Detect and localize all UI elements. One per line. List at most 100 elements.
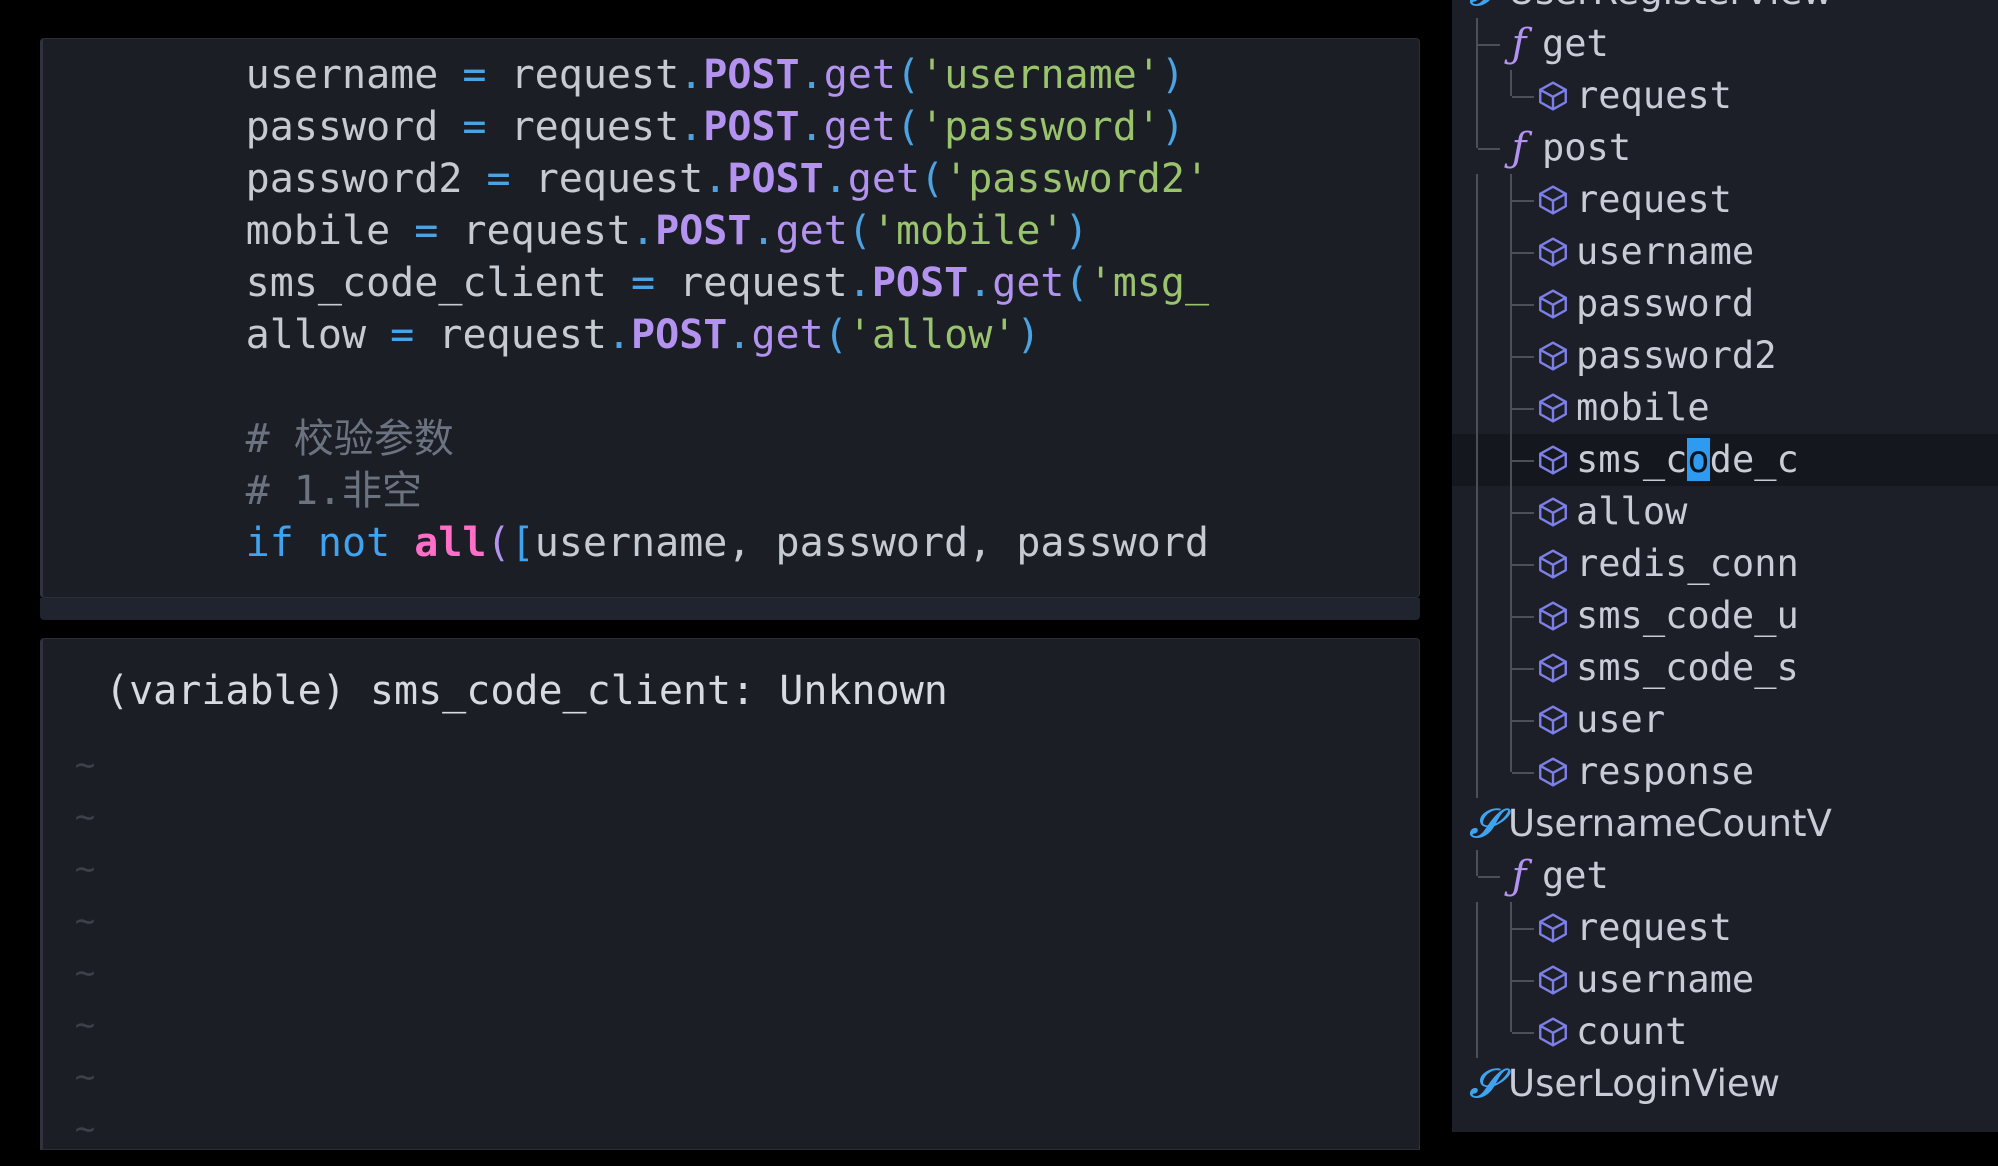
tree-guide-line — [1476, 434, 1478, 486]
tree-indent-guides — [1452, 330, 1534, 382]
tree-indent-guides — [1452, 278, 1534, 330]
outline-row-sms-code-u[interactable]: sms_code_u — [1452, 590, 1998, 642]
editor-column: username = request.POST.get('username') … — [40, 38, 1420, 1150]
outline-row-label: get — [1542, 22, 1609, 65]
object-name: request — [679, 260, 848, 306]
tree-indent-guides — [1452, 1006, 1534, 1058]
method-name: get — [823, 52, 896, 98]
code-line[interactable]: password = request.POST.get('password') — [43, 101, 1419, 153]
class-icon: 𝒮 — [1469, 800, 1501, 847]
keyword-if: if — [245, 520, 294, 566]
outline-row-post[interactable]: ƒ post — [1452, 122, 1998, 174]
code-line-blank[interactable] — [43, 361, 1419, 413]
code-line[interactable]: if not all([username, password, password — [43, 517, 1419, 569]
class-icon: 𝒮 — [1469, 1060, 1501, 1107]
open-bracket: [ — [510, 520, 535, 566]
class-icon: 𝒮 — [1462, 0, 1508, 18]
outline-row-request[interactable]: request — [1452, 902, 1998, 954]
tree-guide-elbow — [1512, 1032, 1534, 1034]
code-line[interactable]: username = request.POST.get('username') — [43, 49, 1419, 101]
string-literal: 'password' — [920, 104, 1161, 150]
code-line[interactable]: sms_code_client = request.POST.get('msg_ — [43, 257, 1419, 309]
assign-operator: = — [390, 312, 415, 358]
code-editor-panel[interactable]: username = request.POST.get('username') … — [40, 38, 1420, 598]
outline-row-label: UsernameCountV — [1508, 802, 1832, 845]
outline-row-request[interactable]: request — [1452, 70, 1998, 122]
outline-tree-panel[interactable]: 𝒮UserRegisterViewƒgetrequestƒpostrequest… — [1452, 0, 1998, 1132]
outline-row-password2[interactable]: password2 — [1452, 330, 1998, 382]
tree-guide-line — [1476, 70, 1478, 122]
var-name: sms_code_client — [245, 260, 607, 306]
outline-row-userloginview[interactable]: 𝒮 UserLoginView — [1452, 1058, 1998, 1110]
property-name: POST — [871, 260, 969, 306]
open-paren: ( — [920, 156, 945, 202]
tree-indent-guides — [1452, 174, 1534, 226]
close-paren: ) — [1064, 208, 1089, 254]
outline-row-get[interactable]: ƒ get — [1452, 850, 1998, 902]
outline-row-username[interactable]: username — [1452, 954, 1998, 1006]
outline-row-get[interactable]: ƒ get — [1452, 18, 1998, 70]
assign-operator: = — [486, 156, 511, 202]
outline-row-label: password — [1576, 282, 1755, 325]
tree-indent-guides — [1452, 902, 1534, 954]
outline-row-label: UserRegisterView — [1508, 0, 1832, 18]
tree-guide-line — [1476, 538, 1478, 590]
tree-indent-guides — [1452, 486, 1534, 538]
open-paren: ( — [847, 208, 872, 254]
object-name: request — [534, 156, 704, 202]
tree-indent-guides — [1452, 122, 1500, 174]
var-name: password — [245, 104, 439, 150]
outline-row-password[interactable]: password — [1452, 278, 1998, 330]
dot: . — [799, 52, 824, 98]
outline-row-label: get — [1542, 854, 1609, 897]
outline-row-label: username — [1576, 230, 1755, 273]
string-literal: 'allow' — [847, 312, 1017, 358]
tree-guide-line — [1510, 1006, 1512, 1032]
property-name: POST — [655, 208, 752, 254]
outline-row-label: UserLoginView — [1508, 1062, 1780, 1105]
method-name: get — [775, 208, 848, 254]
outline-row-request[interactable]: request — [1452, 174, 1998, 226]
tree-guide-elbow — [1512, 668, 1534, 670]
code-line[interactable]: # 校验参数 — [43, 413, 1419, 465]
var-name: allow — [245, 312, 367, 358]
outline-row-label: password2 — [1576, 334, 1777, 377]
keyword-not: not — [317, 520, 391, 566]
outline-row-label: mobile — [1576, 386, 1710, 429]
tree-guide-line — [1510, 746, 1512, 772]
dot: . — [823, 156, 848, 202]
assign-operator: = — [462, 52, 487, 98]
tree-guide-elbow — [1512, 252, 1534, 254]
comment-text: # 1.非空 — [245, 468, 422, 514]
outline-row-label: username — [1576, 958, 1755, 1001]
outline-row-label: sms_code_u — [1576, 594, 1799, 637]
code-line[interactable]: mobile = request.POST.get('mobile') — [43, 205, 1419, 257]
tree-guide-elbow — [1512, 304, 1534, 306]
dot: . — [847, 260, 872, 306]
object-name: request — [462, 208, 632, 254]
outline-row-mobile[interactable]: mobile — [1452, 382, 1998, 434]
code-line[interactable]: # 1.非空 — [43, 465, 1419, 517]
outline-row-userregisterview[interactable]: 𝒮UserRegisterView — [1452, 0, 1998, 18]
outline-row-redis-conn[interactable]: redis_conn — [1452, 538, 1998, 590]
outline-row-sms-code-s[interactable]: sms_code_s — [1452, 642, 1998, 694]
code-line[interactable]: allow = request.POST.get('allow') — [43, 309, 1419, 361]
tree-indent-guides — [1452, 850, 1500, 902]
outline-row-response[interactable]: response — [1452, 746, 1998, 798]
outline-row-count[interactable]: count — [1452, 1006, 1998, 1058]
tree-indent-guides — [1452, 746, 1534, 798]
outline-row-usernamecountv[interactable]: 𝒮 UsernameCountV — [1452, 798, 1998, 850]
outline-tree-rows: 𝒮UserRegisterViewƒgetrequestƒpostrequest… — [1452, 0, 1998, 1110]
tree-guide-line — [1476, 174, 1478, 226]
tree-guide-elbow — [1512, 460, 1534, 462]
code-line[interactable]: password2 = request.POST.get('password2' — [43, 153, 1419, 205]
outline-row-user[interactable]: user — [1452, 694, 1998, 746]
outline-row-allow[interactable]: allow — [1452, 486, 1998, 538]
dot: . — [631, 208, 656, 254]
outline-row-sms-code-c[interactable]: sms_code_c — [1452, 434, 1998, 486]
tree-guide-elbow — [1478, 148, 1500, 150]
outline-row-username[interactable]: username — [1452, 226, 1998, 278]
